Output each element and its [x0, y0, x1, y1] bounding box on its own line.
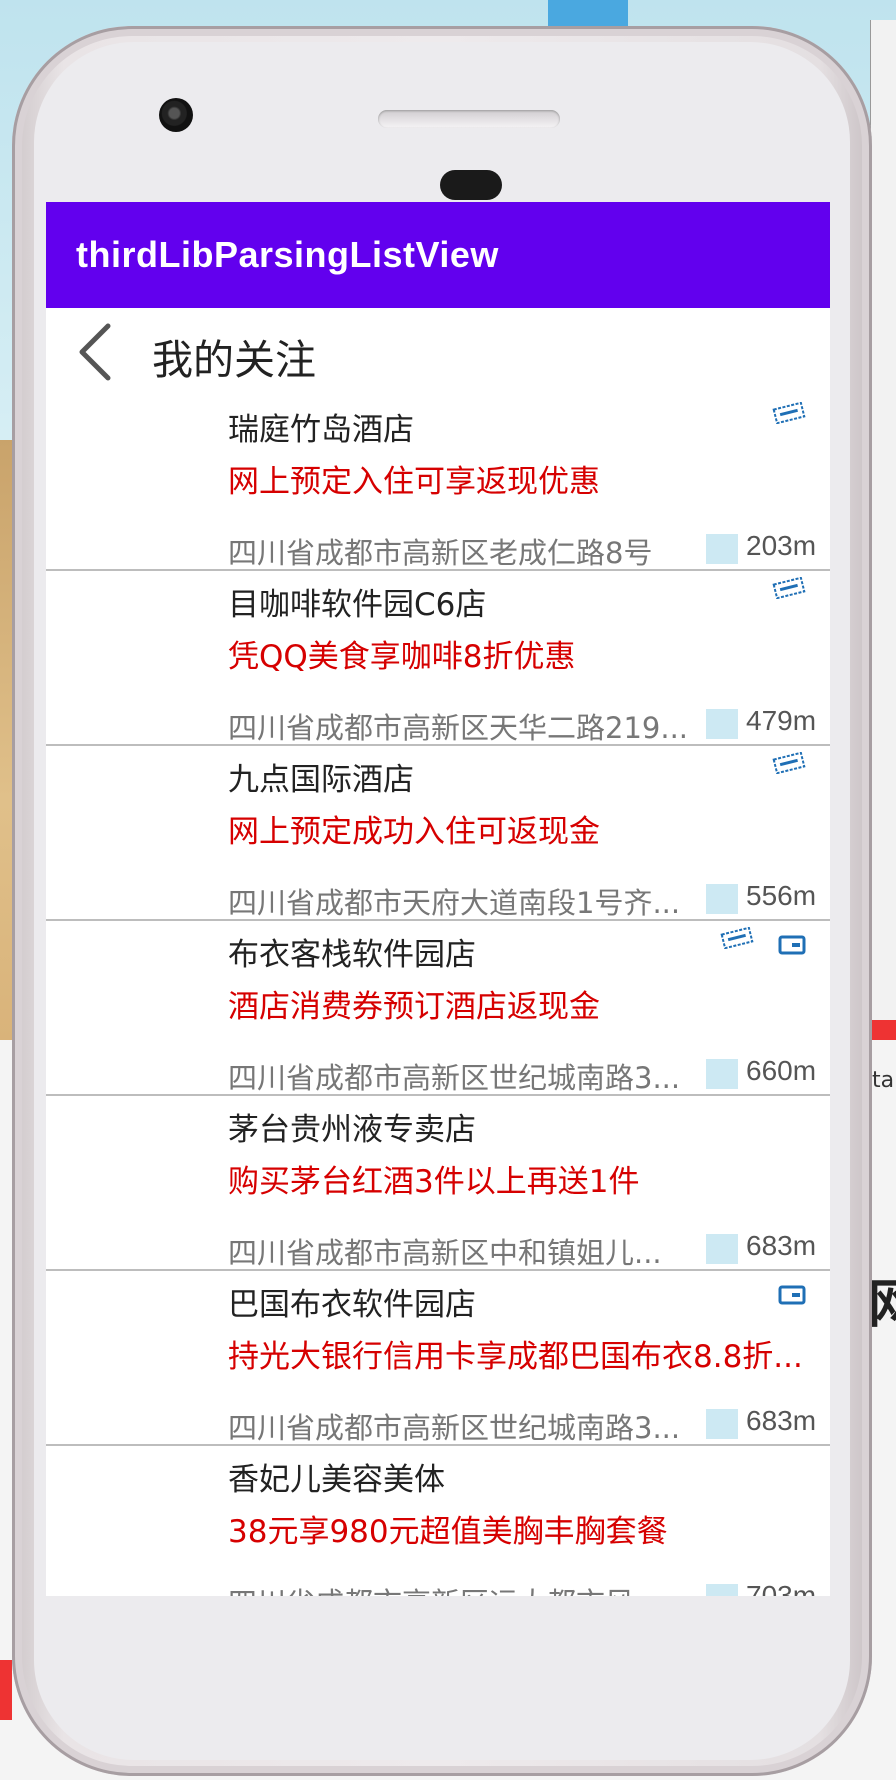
shop-name: 茅台贵州液专卖店	[228, 1112, 476, 1148]
chevron-left-icon[interactable]	[74, 322, 114, 382]
location-marker-icon	[706, 884, 738, 914]
card-icon	[778, 935, 806, 955]
shop-name: 九点国际酒店	[228, 762, 414, 798]
shop-address: 四川省成都市高新区天华二路219...	[228, 711, 689, 745]
shop-address: 四川省成都市高新区中和镇姐儿...	[228, 1236, 662, 1270]
location-marker-icon	[706, 709, 738, 739]
promo-text: 网上预定成功入住可返现金	[228, 814, 600, 850]
front-camera-icon	[159, 98, 193, 132]
shop-name: 布衣客栈软件园店	[228, 937, 476, 973]
shop-name: 瑞庭竹岛酒店	[228, 412, 414, 448]
background-window-heading: 网	[868, 1275, 896, 1335]
page-title: 我的关注	[152, 336, 316, 384]
distance-label: 203m	[746, 530, 817, 561]
shop-address: 四川省成都市天府大道南段1号齐...	[228, 886, 681, 920]
list-item[interactable]: 瑞庭竹岛酒店网上预定入住可享返现优惠四川省成都市高新区老成仁路8号 203m	[46, 396, 830, 571]
earpiece-speaker	[378, 110, 560, 128]
promo-text: 凭QQ美食享咖啡8折优惠	[228, 639, 576, 675]
app-bar: thirdLibParsingListView	[46, 202, 830, 308]
background-red-tab	[0, 1660, 12, 1720]
list-item[interactable]: 目咖啡软件园C6店凭QQ美食享咖啡8折优惠四川省成都市高新区天华二路219...…	[46, 571, 830, 746]
ticket-icon	[772, 402, 806, 424]
shop-address: 四川省成都市高新区世纪城南路3...	[228, 1061, 681, 1095]
list-item[interactable]: 巴国布衣软件园店持光大银行信用卡享成都巴国布衣8.8折... 四川省成都市高新区世…	[46, 1271, 830, 1446]
distance-label: 556m	[746, 880, 817, 911]
location-marker-icon	[706, 1059, 738, 1089]
location-marker-icon	[706, 1584, 738, 1596]
distance-label: 703m	[746, 1580, 817, 1596]
promo-text: 购买茅台红酒3件以上再送1件	[228, 1164, 640, 1200]
distance-label: 683m	[746, 1230, 817, 1261]
list-item[interactable]: 香妃儿美容美体 38元享980元超值美胸丰胸套餐四川省成都市高新区远大都市风...…	[46, 1446, 830, 1596]
background-window-text: ta	[872, 1068, 895, 1093]
shop-address: 四川省成都市高新区老成仁路8号	[228, 536, 653, 570]
favorites-list[interactable]: 瑞庭竹岛酒店网上预定入住可享返现优惠四川省成都市高新区老成仁路8号 203m 目咖啡…	[46, 396, 830, 1596]
background-red-strip	[870, 1020, 896, 1040]
card-icon	[778, 1285, 806, 1305]
promo-text: 网上预定入住可享返现优惠	[228, 464, 600, 500]
location-marker-icon	[706, 1409, 738, 1439]
shop-address: 四川省成都市高新区世纪城南路3...	[228, 1411, 681, 1445]
distance-label: 660m	[746, 1055, 817, 1086]
distance-label: 683m	[746, 1405, 817, 1436]
ticket-icon	[720, 927, 754, 949]
distance-label: 479m	[746, 705, 817, 736]
list-item[interactable]: 布衣客栈软件园店酒店消费券预订酒店返现金四川省成都市高新区世纪城南路3... 66…	[46, 921, 830, 1096]
app-title: thirdLibParsingListView	[76, 234, 499, 275]
ticket-icon	[772, 577, 806, 599]
list-item[interactable]: 九点国际酒店网上预定成功入住可返现金四川省成都市天府大道南段1号齐... 556m	[46, 746, 830, 921]
background-window-edge	[870, 20, 896, 1030]
location-marker-icon	[706, 534, 738, 564]
page-header: 我的关注	[46, 308, 830, 396]
promo-text: 38元享980元超值美胸丰胸套餐	[228, 1514, 668, 1550]
ticket-icon	[772, 752, 806, 774]
shop-name: 目咖啡软件园C6店	[228, 587, 487, 623]
promo-text: 酒店消费券预订酒店返现金	[228, 989, 600, 1025]
shop-address: 四川省成都市高新区远大都市风...	[228, 1580, 662, 1596]
location-marker-icon	[706, 1234, 738, 1264]
shop-name: 香妃儿美容美体	[228, 1462, 445, 1498]
phone-chin	[46, 1596, 830, 1716]
shop-name: 巴国布衣软件园店	[228, 1287, 476, 1323]
proximity-sensor	[440, 170, 502, 200]
app-screen: thirdLibParsingListView 我的关注 瑞庭竹岛酒店网上预定入…	[46, 202, 830, 1596]
promo-text: 持光大银行信用卡享成都巴国布衣8.8折...	[228, 1339, 803, 1375]
list-item[interactable]: 茅台贵州液专卖店购买茅台红酒3件以上再送1件 四川省成都市高新区中和镇姐儿... 6…	[46, 1096, 830, 1271]
